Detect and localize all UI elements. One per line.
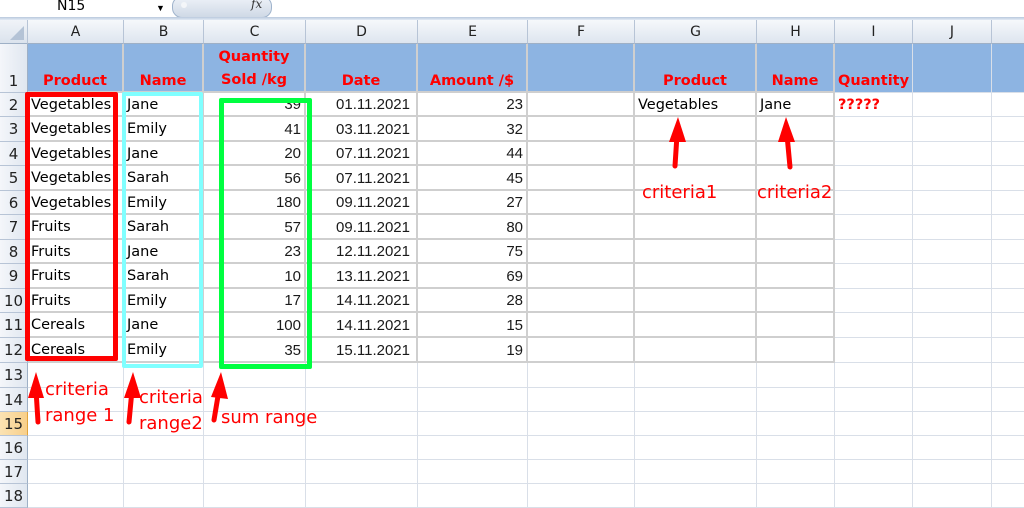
criteria-range1-label-line2: range 1 xyxy=(45,405,115,426)
sum-range-label: sum range xyxy=(221,407,318,428)
arrow-up-icon xyxy=(778,117,795,170)
criteria-range1-label-line1: criteria xyxy=(45,379,109,400)
criteria2-label: criteria2 xyxy=(757,182,833,203)
criteria-range2-label-line2: range2 xyxy=(139,413,203,434)
criteria-range1-label: criteria range 1 xyxy=(45,377,115,429)
arrow-up-icon xyxy=(28,372,44,425)
arrow-up-icon xyxy=(669,117,686,169)
criteria-range2-label: criteria range2 xyxy=(139,385,203,437)
criteria1-label: criteria1 xyxy=(642,182,718,203)
criteria-range2-label-line1: criteria xyxy=(139,387,203,408)
